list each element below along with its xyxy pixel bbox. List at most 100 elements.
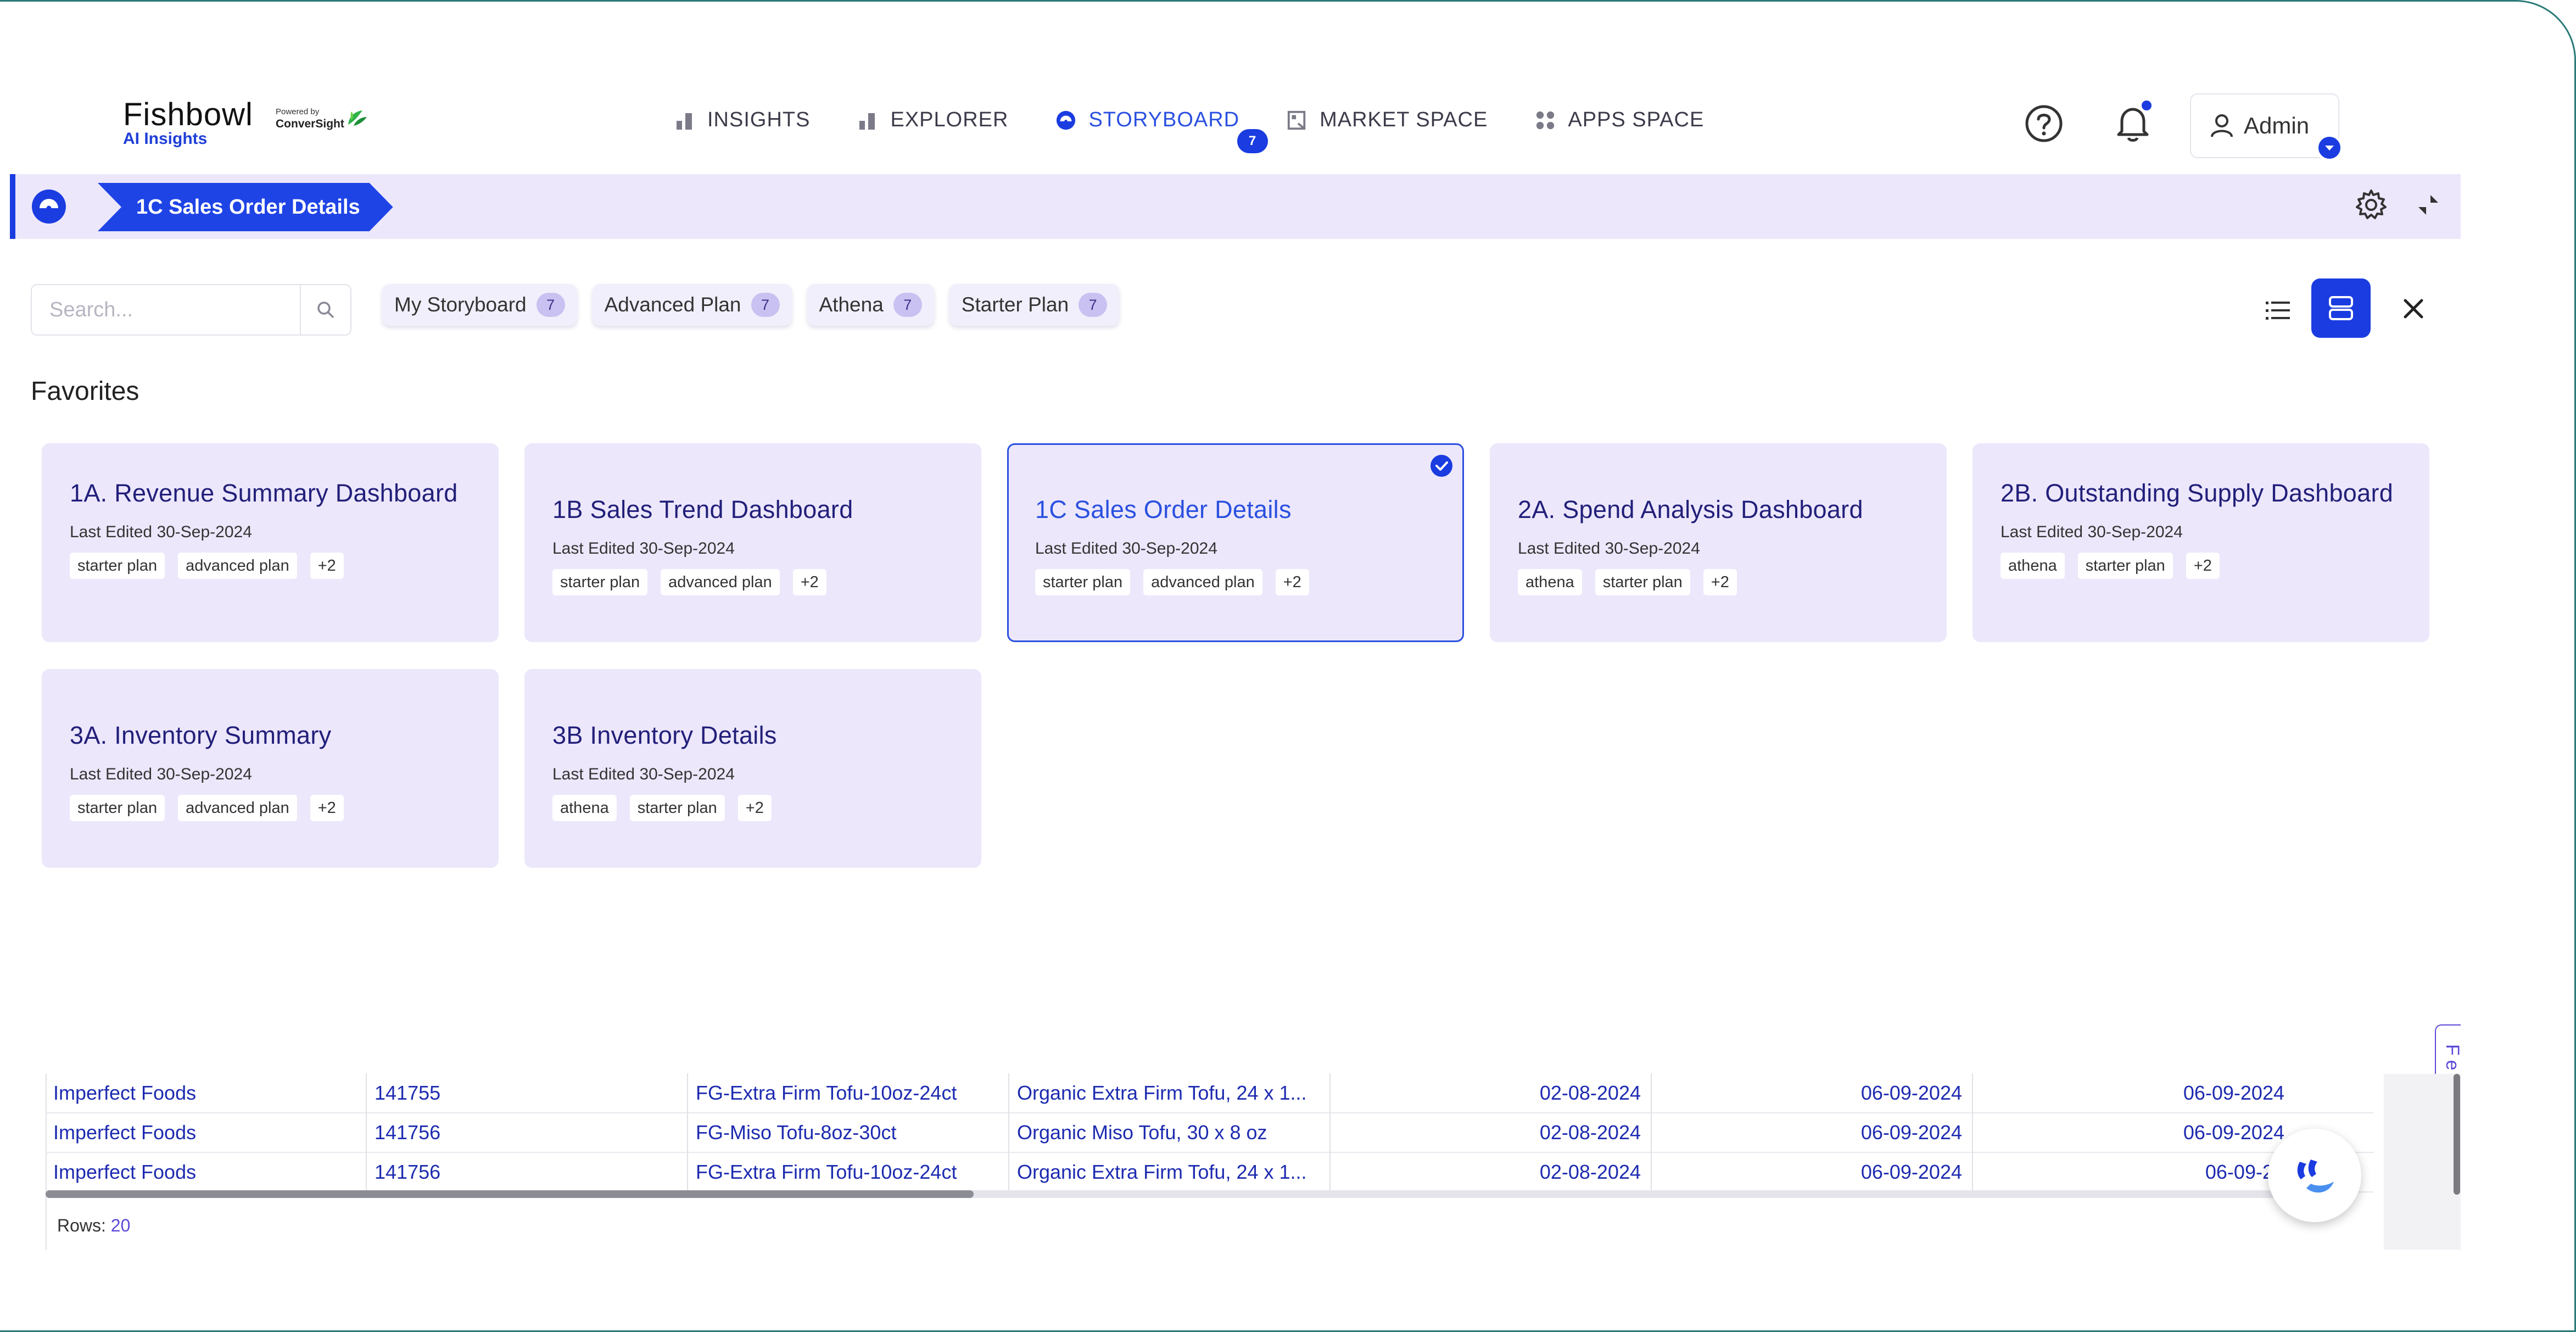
card-title: 1C Sales Order Details	[1035, 495, 1292, 523]
nav-market-space[interactable]: MARKET SPACE	[1287, 108, 1488, 132]
card-title: 2A. Spend Analysis Dashboard	[1518, 495, 1863, 523]
check-icon	[1431, 455, 1452, 477]
filter-chip-count: 7	[1079, 293, 1108, 317]
search-input[interactable]	[32, 285, 301, 335]
table-row[interactable]: Imperfect Foods 141756 FG-Miso Tofu-8oz-…	[46, 1113, 2374, 1153]
storyboard-card[interactable]: 2A. Spend Analysis Dashboard Last Edited…	[1490, 443, 1947, 642]
nav-market-space-label: MARKET SPACE	[1320, 108, 1488, 131]
filter-chip-my-storyboard[interactable]: My Storyboard 7	[382, 284, 577, 326]
card-tag-more[interactable]: +2	[310, 795, 344, 821]
card-tag: starter plan	[1595, 569, 1690, 595]
card-title: 3B Inventory Details	[552, 721, 777, 749]
table-cell: FG-Extra Firm Tofu-10oz-24ct	[688, 1152, 1009, 1192]
card-date: Last Edited 30-Sep-2024	[552, 539, 735, 558]
card-tag-more[interactable]: +2	[2186, 553, 2220, 579]
vertical-scrollbar[interactable]	[2454, 1074, 2460, 1195]
table-cell: FG-Extra Firm Tofu-10oz-24ct	[688, 1073, 1009, 1113]
card-date: Last Edited 30-Sep-2024	[1518, 539, 1700, 558]
sales-order-table-area: Imperfect Foods 141755 FG-Extra Firm Tof…	[10, 1073, 2461, 1250]
horizontal-scrollbar[interactable]	[46, 1190, 2335, 1198]
table-cell: 141755	[367, 1073, 688, 1113]
storyboard-card[interactable]: 3B Inventory Details Last Edited 30-Sep-…	[524, 669, 981, 868]
conversight-leaf-icon	[348, 110, 367, 126]
card-tag: advanced plan	[178, 553, 297, 579]
market-icon	[1287, 110, 1307, 131]
filter-chip-athena[interactable]: Athena 7	[807, 284, 934, 326]
notification-dot	[2142, 101, 2152, 110]
card-view-button[interactable]	[2311, 278, 2371, 338]
storyboard-card[interactable]: 2B. Outstanding Supply Dashboard Last Ed…	[1972, 443, 2429, 642]
table-row[interactable]: Imperfect Foods 141755 FG-Extra Firm Tof…	[46, 1073, 2374, 1113]
card-date: Last Edited 30-Sep-2024	[552, 765, 735, 783]
table-cell: Organic Extra Firm Tofu, 24 x 1...	[1009, 1073, 1331, 1113]
chat-assistant-icon	[2297, 1160, 2334, 1193]
card-tag: starter plan	[70, 795, 165, 821]
card-title: 1B Sales Trend Dashboard	[552, 495, 853, 523]
storyboard-card[interactable]: 1B Sales Trend Dashboard Last Edited 30-…	[524, 443, 981, 642]
card-title: 1A. Revenue Summary Dashboard	[70, 479, 458, 507]
nav-apps-space[interactable]: APPS SPACE	[1535, 108, 1704, 132]
card-tag-more[interactable]: +2	[792, 569, 826, 595]
breadcrumb-current[interactable]: 1C Sales Order Details	[98, 183, 393, 231]
card-view-icon	[2329, 296, 2353, 320]
app-window: Fishbowl AI Insights Powered by ConverSi…	[10, 80, 2461, 1250]
horizontal-scrollbar-thumb[interactable]	[46, 1190, 974, 1198]
filter-chip-label: Athena	[819, 293, 884, 316]
table-row[interactable]: Imperfect Foods 141756 FG-Extra Firm Tof…	[46, 1152, 2374, 1192]
nav-storyboard[interactable]: STORYBOARD 7	[1055, 108, 1269, 153]
filter-chip-label: Starter Plan	[961, 293, 1069, 316]
storyboard-icon[interactable]	[32, 190, 66, 224]
help-icon[interactable]	[2024, 104, 2064, 143]
filter-chip-label: My Storyboard	[394, 293, 527, 316]
table-cell: Imperfect Foods	[46, 1073, 367, 1113]
nav-insights-label: INSIGHTS	[707, 108, 811, 131]
card-tag: starter plan	[629, 795, 725, 821]
gear-icon[interactable]	[2354, 187, 2389, 222]
table-cell: Imperfect Foods	[46, 1113, 367, 1152]
fishbowl-logo[interactable]: Fishbowl AI Insights	[123, 96, 253, 148]
main-nav: INSIGHTS EXPLORER STORYBOARD 7 MARKET SP…	[674, 108, 1751, 153]
storyboard-count-badge: 7	[1237, 129, 1269, 153]
card-tag-more[interactable]: +2	[737, 795, 772, 821]
nav-insights[interactable]: INSIGHTS	[674, 108, 810, 132]
card-tag: advanced plan	[178, 795, 297, 821]
chat-assistant-button[interactable]	[2268, 1129, 2361, 1222]
card-tags: athena starter plan +2	[552, 795, 953, 821]
card-tags: athena starter plan +2	[2001, 553, 2401, 579]
card-tag: starter plan	[70, 553, 165, 579]
chevron-down-icon[interactable]	[2316, 135, 2343, 161]
list-view-icon[interactable]	[2261, 294, 2294, 327]
bar-chart-icon	[857, 110, 878, 131]
card-tag: advanced plan	[1143, 569, 1262, 595]
sales-order-table: Imperfect Foods 141755 FG-Extra Firm Tof…	[46, 1073, 2374, 1192]
card-tag-more[interactable]: +2	[310, 553, 344, 579]
powered-brand-text: ConverSight	[276, 118, 344, 130]
nav-storyboard-label: STORYBOARD	[1088, 108, 1240, 131]
storyboard-card[interactable]: 1A. Revenue Summary Dashboard Last Edite…	[42, 443, 499, 642]
table-cell: 06-09-2024	[2183, 1082, 2284, 1104]
nav-explorer-label: EXPLORER	[890, 108, 1009, 131]
user-name: Admin	[2244, 113, 2310, 138]
storyboard-card-selected[interactable]: 1C Sales Order Details Last Edited 30-Se…	[1007, 443, 1464, 642]
filter-chips: My Storyboard 7 Advanced Plan 7 Athena 7…	[382, 284, 1135, 326]
rows-value: 20	[110, 1216, 131, 1235]
nav-explorer[interactable]: EXPLORER	[857, 108, 1008, 132]
table-cell: 02-08-2024	[1331, 1152, 1652, 1192]
storyboard-picker-panel: My Storyboard 7 Advanced Plan 7 Athena 7…	[10, 239, 2461, 1186]
search-icon	[317, 302, 334, 318]
card-tag-more[interactable]: +2	[1275, 569, 1309, 595]
card-tags: starter plan advanced plan +2	[552, 569, 953, 595]
table-cell: Organic Miso Tofu, 30 x 8 oz	[1009, 1113, 1331, 1152]
filter-chip-starter-plan[interactable]: Starter Plan 7	[949, 284, 1120, 326]
filter-chip-advanced-plan[interactable]: Advanced Plan 7	[592, 284, 792, 326]
card-tag: starter plan	[1035, 569, 1131, 595]
storyboard-card[interactable]: 3A. Inventory Summary Last Edited 30-Sep…	[42, 669, 499, 868]
card-tags: starter plan advanced plan +2	[70, 553, 471, 579]
collapse-icon[interactable]	[2415, 192, 2441, 218]
close-icon[interactable]	[2399, 294, 2428, 324]
search-button[interactable]	[300, 285, 350, 335]
card-tag-more[interactable]: +2	[1703, 569, 1737, 595]
card-tag: starter plan	[2077, 553, 2173, 579]
filter-chip-count: 7	[751, 293, 780, 317]
table-cell: 02-08-2024	[1331, 1073, 1652, 1113]
